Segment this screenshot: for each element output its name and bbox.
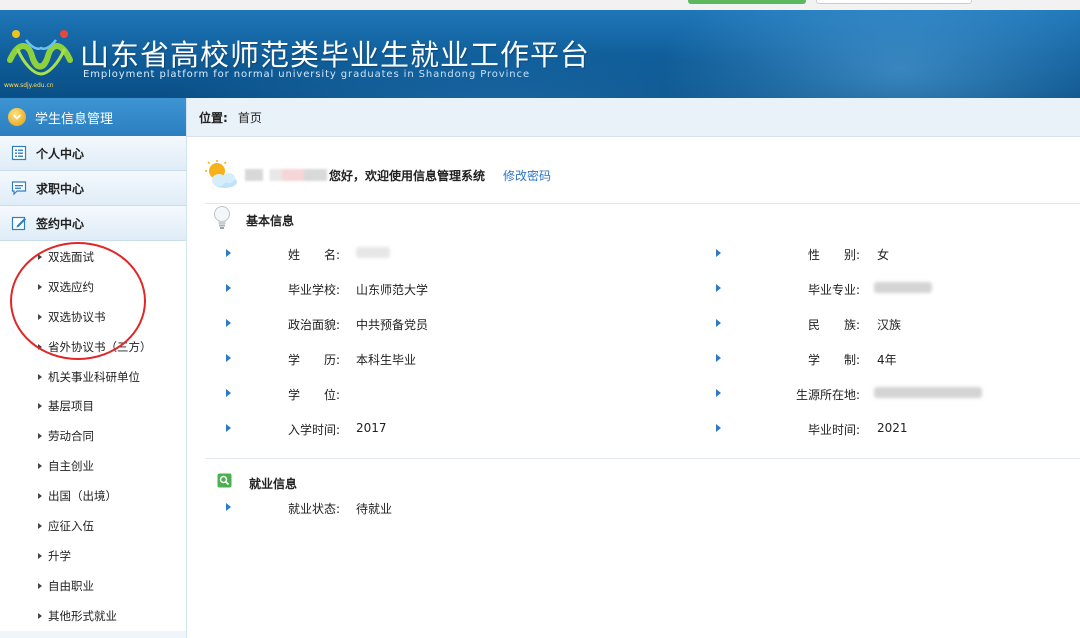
sidebar-header-label: 学生信息管理 [35, 111, 114, 127]
triangle-right-icon [716, 389, 721, 397]
triangle-right-icon [38, 522, 42, 529]
sidebar-subitem[interactable]: 应征入伍 [0, 511, 186, 541]
welcome-text: 您好，欢迎使用信息管理系统 [329, 168, 486, 183]
triangle-right-icon [716, 354, 721, 362]
basic-info-label: 学 位: [287, 388, 340, 402]
triangle-right-icon [716, 284, 721, 292]
basic-info-label: 政治面貌: [287, 318, 340, 332]
list-icon [11, 145, 27, 161]
basic-info-value: 2017 [356, 421, 387, 435]
triangle-right-icon [38, 403, 42, 410]
basic-info-label: 毕业学校: [287, 283, 340, 297]
triangle-right-icon [38, 283, 42, 290]
search-doc-icon [217, 473, 232, 488]
triangle-right-icon [226, 424, 231, 432]
top-white-button[interactable] [816, 0, 972, 4]
breadcrumb-current[interactable]: 首页 [238, 109, 262, 126]
triangle-right-icon [716, 424, 721, 432]
triangle-right-icon [38, 552, 42, 559]
basic-info-label: 入学时间: [287, 423, 340, 437]
basic-info-label: 毕业专业: [807, 283, 860, 297]
triangle-right-icon [38, 253, 42, 260]
triangle-right-icon [38, 463, 42, 470]
basic-info-label: 姓 名: [287, 248, 340, 262]
sidebar-subitem[interactable]: 双选面试 [0, 242, 186, 272]
top-green-button[interactable] [688, 0, 806, 4]
site-header: www.sdjy.edu.cn 山东省高校师范类毕业生就业工作平台 Employ… [0, 10, 1080, 98]
triangle-right-icon [226, 319, 231, 327]
sidebar-item-job-center[interactable]: 求职中心 [0, 171, 186, 206]
basic-info-title: 基本信息 [246, 214, 295, 228]
edit-icon [11, 216, 26, 231]
sidebar-subitem[interactable]: 出国（出境） [0, 481, 186, 511]
welcome-bar: 您好，欢迎使用信息管理系统 修改密码 [205, 155, 551, 195]
lightbulb-icon [214, 206, 230, 229]
sidebar-subitem[interactable]: 基层项目 [0, 391, 186, 421]
sidebar-subitem[interactable]: 机关事业科研单位 [0, 362, 186, 392]
triangle-right-icon [226, 354, 231, 362]
triangle-right-icon [716, 319, 721, 327]
sidebar-subitem[interactable]: 其他形式就业 [0, 601, 186, 631]
sidebar-header[interactable]: 学生信息管理 [0, 98, 186, 136]
breadcrumb-label: 位置: [199, 110, 228, 125]
redacted-value [874, 387, 982, 398]
triangle-right-icon [226, 284, 231, 292]
change-password-link[interactable]: 修改密码 [503, 167, 551, 184]
site-subtitle: Employment platform for normal universit… [83, 69, 530, 80]
divider [205, 458, 1080, 459]
sidebar-submenu: 双选面试 双选应约 双选协议书 省外协议书（三方） 机关事业科研单位 基层项目 … [0, 241, 186, 631]
site-title: 山东省高校师范类毕业生就业工作平台 [80, 38, 591, 72]
triangle-right-icon [38, 313, 42, 320]
chevron-down-icon [8, 108, 26, 126]
basic-info-value: 中共预备党员 [356, 318, 429, 332]
triangle-right-icon [226, 503, 231, 511]
employment-status-label: 就业状态: [287, 502, 340, 516]
basic-info-value: 女 [877, 248, 890, 262]
triangle-right-icon [38, 612, 42, 619]
triangle-right-icon [226, 389, 231, 397]
sidebar: 学生信息管理 个人中心 求职中心 签约中心 双选面试 双选应约 双选协议书 省外… [0, 98, 187, 638]
triangle-right-icon [38, 343, 42, 350]
logo-url: www.sdjy.edu.cn [4, 82, 54, 89]
triangle-right-icon [226, 249, 231, 257]
weather-icon [205, 160, 237, 188]
basic-info-value: 山东师范大学 [356, 283, 429, 297]
triangle-right-icon [38, 493, 42, 500]
triangle-right-icon [38, 433, 42, 440]
triangle-right-icon [38, 582, 42, 589]
sidebar-item-label: 签约中心 [36, 216, 85, 231]
basic-info-label: 毕业时间: [807, 423, 860, 437]
breadcrumb: 位置: 首页 [187, 98, 1080, 137]
triangle-right-icon [716, 249, 721, 257]
sidebar-item-signing-center[interactable]: 签约中心 [0, 206, 186, 241]
sidebar-subitem[interactable]: 劳动合同 [0, 421, 186, 451]
basic-info-value: 2021 [877, 421, 908, 435]
sidebar-item-label: 个人中心 [36, 146, 85, 161]
sidebar-subitem[interactable]: 双选应约 [0, 272, 186, 302]
sidebar-item-personal-center[interactable]: 个人中心 [0, 136, 186, 171]
basic-info-value: 汉族 [877, 318, 902, 332]
user-name-redacted [245, 169, 327, 181]
basic-info-label: 学 历: [287, 353, 340, 367]
basic-info-label: 性 别: [807, 248, 860, 262]
sidebar-subitem[interactable]: 省外协议书（三方） [0, 332, 186, 362]
triangle-right-icon [38, 373, 42, 380]
basic-info-label: 学 制: [807, 353, 860, 367]
sidebar-subitem[interactable]: 双选协议书 [0, 302, 186, 332]
redacted-value [874, 282, 932, 293]
sidebar-subitem[interactable]: 自主创业 [0, 451, 186, 481]
employment-info-title: 就业信息 [249, 477, 298, 491]
basic-info-value: 本科生毕业 [356, 353, 417, 367]
basic-info-label: 民 族: [807, 318, 860, 332]
divider [205, 203, 1080, 204]
chat-icon [11, 181, 27, 196]
redacted-value [356, 247, 390, 258]
employment-status-value: 待就业 [356, 502, 393, 516]
sidebar-subitem[interactable]: 自由职业 [0, 571, 186, 601]
sidebar-subitem[interactable]: 升学 [0, 541, 186, 571]
basic-info-value: 4年 [877, 353, 897, 367]
sidebar-item-label: 求职中心 [36, 181, 85, 196]
basic-info-label: 生源所在地: [795, 388, 860, 402]
